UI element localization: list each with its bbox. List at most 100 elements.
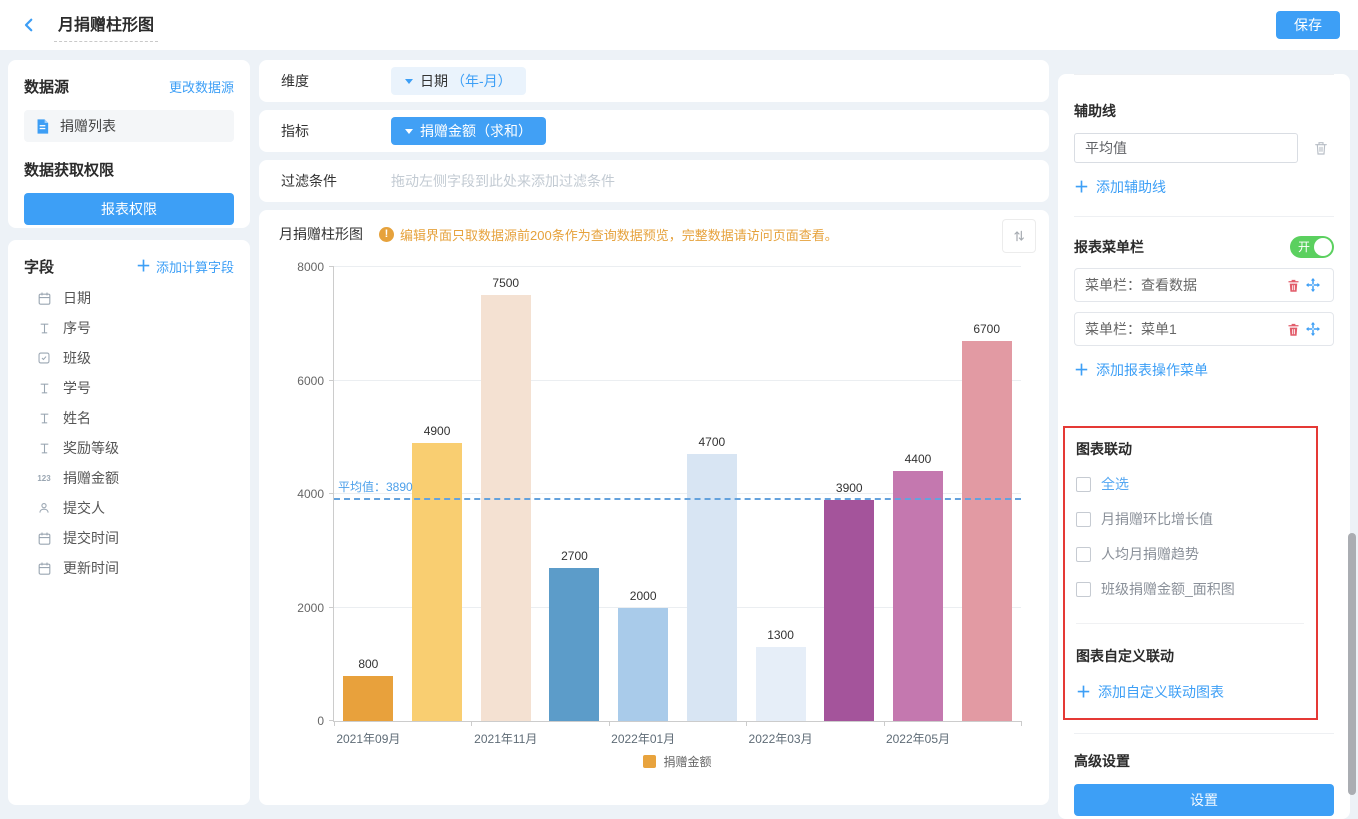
bar-slot: 2000 xyxy=(609,267,678,721)
menu-item[interactable]: 菜单栏：菜单1 xyxy=(1074,312,1334,346)
move-icon[interactable] xyxy=(1303,277,1323,293)
calendar-icon xyxy=(34,561,54,576)
move-icon[interactable] xyxy=(1303,321,1323,337)
filter-label: 过滤条件 xyxy=(281,171,391,191)
bar-slot: 1300 xyxy=(746,267,815,721)
linkage-option-label: 班级捐赠金额_面积图 xyxy=(1101,579,1235,599)
checkbox-icon[interactable] xyxy=(1076,512,1091,527)
text-icon xyxy=(34,442,54,455)
add-custom-linkage-link[interactable]: ＋添加自定义联动图表 xyxy=(1076,682,1304,702)
field-item[interactable]: 提交时间 xyxy=(24,523,234,553)
bar[interactable]: 3900 xyxy=(824,500,874,721)
add-calc-field-link[interactable]: ＋添加计算字段 xyxy=(136,257,234,276)
bar[interactable]: 4900 xyxy=(412,443,462,721)
field-item[interactable]: 日期 xyxy=(24,283,234,313)
add-report-menu-link[interactable]: ＋添加报表操作菜单 xyxy=(1074,360,1334,380)
dimension-chip-value: 日期 xyxy=(420,71,448,91)
bar[interactable]: 6700 xyxy=(962,341,1012,721)
linkage-checkbox-row[interactable]: 月捐赠环比增长值 xyxy=(1076,509,1304,529)
trash-icon[interactable] xyxy=(1311,140,1331,156)
menu-item[interactable]: 菜单栏：查看数据 xyxy=(1074,268,1334,302)
fields-list: 日期序号班级学号姓名奖励等级 123 捐赠金额提交人提交时间更新时间 xyxy=(24,283,234,583)
text-icon xyxy=(34,322,54,335)
field-item[interactable]: 序号 xyxy=(24,313,234,343)
scrollbar[interactable] xyxy=(1348,533,1356,795)
y-tick-label: 6000 xyxy=(297,374,324,388)
x-tick-label: 2021年11月 xyxy=(471,730,540,747)
x-tick-label: 2021年09月 xyxy=(334,730,403,747)
add-aux-line-link[interactable]: ＋添加辅助线 xyxy=(1074,177,1334,197)
field-item[interactable]: 提交人 xyxy=(24,493,234,523)
y-tick-label: 0 xyxy=(317,714,324,728)
custom-linkage-title: 图表自定义联动 xyxy=(1076,646,1304,666)
field-item[interactable]: 123 捐赠金额 xyxy=(24,463,234,493)
bar-value-label: 4700 xyxy=(699,435,726,449)
x-tick-mark xyxy=(746,721,747,726)
calendar-icon xyxy=(34,291,54,306)
bar[interactable]: 2000 xyxy=(618,608,668,722)
chart-title: 月捐赠柱形图 xyxy=(279,224,363,244)
bar[interactable]: 4400 xyxy=(893,471,943,721)
datasource-card: 数据源 更改数据源 捐赠列表 数据获取权限 报表权限 xyxy=(8,60,250,228)
linkage-checkbox-row[interactable]: 人均月捐赠趋势 xyxy=(1076,544,1304,564)
datasource-item[interactable]: 捐赠列表 xyxy=(24,110,234,142)
legend[interactable]: 捐赠金额 xyxy=(334,753,1021,770)
field-label: 姓名 xyxy=(63,408,91,428)
divider xyxy=(1076,623,1304,624)
chevron-down-icon xyxy=(405,79,413,84)
field-label: 序号 xyxy=(63,318,91,338)
bar[interactable]: 7500 xyxy=(481,295,531,721)
bar-slot: 2700 xyxy=(540,267,609,721)
field-label: 更新时间 xyxy=(63,558,119,578)
legend-label: 捐赠金额 xyxy=(663,753,711,770)
field-item[interactable]: 奖励等级 xyxy=(24,433,234,463)
checkbox-icon[interactable] xyxy=(1076,582,1091,597)
plus-icon: ＋ xyxy=(1074,363,1089,378)
linkage-option-label: 人均月捐赠趋势 xyxy=(1101,544,1199,564)
x-tick-mark xyxy=(884,721,885,726)
back-icon[interactable] xyxy=(18,14,40,36)
aux-line-input[interactable] xyxy=(1074,133,1298,163)
filter-row[interactable]: 过滤条件 拖动左侧字段到此处来添加过滤条件 xyxy=(259,160,1049,202)
x-tick-mark xyxy=(609,721,610,726)
save-button[interactable]: 保存 xyxy=(1276,11,1340,39)
field-label: 日期 xyxy=(63,288,91,308)
field-item[interactable]: 班级 xyxy=(24,343,234,373)
trash-icon[interactable] xyxy=(1283,278,1303,293)
x-tick-label xyxy=(540,730,609,747)
x-tick-label xyxy=(403,730,472,747)
dimension-chip[interactable]: 日期（年-月） xyxy=(391,67,526,95)
checkbox-icon[interactable] xyxy=(1076,547,1091,562)
select-all-checkbox-row[interactable]: 全选 xyxy=(1076,474,1304,494)
bar-value-label: 2000 xyxy=(630,589,657,603)
linkage-highlight-box: 图表联动 全选 月捐赠环比增长值人均月捐赠趋势班级捐赠金额_面积图 图表自定义联… xyxy=(1063,426,1318,720)
bars-container: 800 4900 7500 2700 2000 4700 1300 3900 4400 6700 xyxy=(334,267,1021,721)
number-icon: 123 xyxy=(34,474,54,483)
checkbox-icon[interactable] xyxy=(1076,477,1091,492)
change-datasource-link[interactable]: 更改数据源 xyxy=(169,77,234,96)
report-menu-title: 报表菜单栏 xyxy=(1074,237,1144,257)
field-item[interactable]: 更新时间 xyxy=(24,553,234,583)
page-title: 月捐赠柱形图 xyxy=(54,9,158,42)
menu-toggle[interactable]: 开 xyxy=(1290,236,1334,258)
settings-button[interactable]: 设置 xyxy=(1074,784,1334,816)
field-item[interactable]: 学号 xyxy=(24,373,234,403)
trash-icon[interactable] xyxy=(1283,322,1303,337)
bar[interactable]: 1300 xyxy=(756,647,806,721)
x-tick-mark xyxy=(1021,721,1022,726)
report-permission-button[interactable]: 报表权限 xyxy=(24,193,234,225)
field-label: 捐赠金额 xyxy=(63,468,119,488)
field-item[interactable]: 姓名 xyxy=(24,403,234,433)
bar-slot: 3900 xyxy=(815,267,884,721)
bar-value-label: 7500 xyxy=(492,276,519,290)
bar[interactable]: 4700 xyxy=(687,454,737,721)
metric-row: 指标 捐赠金额（求和） xyxy=(259,110,1049,152)
plot-area[interactable]: 0200040006000800080049007500270020004700… xyxy=(333,267,1021,722)
chart-card: 月捐赠柱形图 ! 编辑界面只取数据源前200条作为查询数据预览，完整数据请访问页… xyxy=(259,210,1049,805)
bar[interactable]: 800 xyxy=(343,676,393,721)
linkage-checkbox-row[interactable]: 班级捐赠金额_面积图 xyxy=(1076,579,1304,599)
metric-chip[interactable]: 捐赠金额（求和） xyxy=(391,117,546,145)
bar[interactable]: 2700 xyxy=(549,568,599,721)
sort-icon[interactable] xyxy=(1002,219,1036,253)
toggle-knob xyxy=(1314,238,1332,256)
